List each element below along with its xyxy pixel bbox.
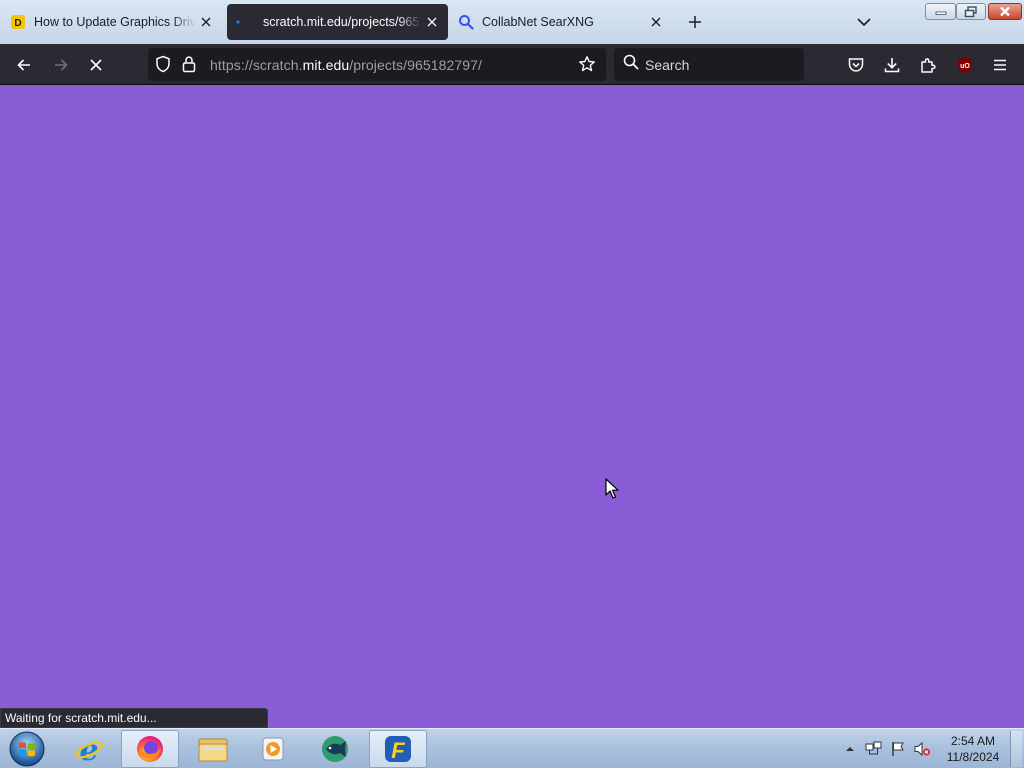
tab-strip: D How to Update Graphics Driver scratch.… <box>0 0 1024 44</box>
hamburger-menu-icon <box>994 59 1006 71</box>
search-icon <box>623 54 639 75</box>
firefox-icon <box>137 736 163 762</box>
close-icon <box>1000 6 1010 17</box>
system-tray <box>840 729 936 768</box>
ublock-shield-icon: uO <box>958 57 972 74</box>
taskbar-firefox[interactable] <box>121 730 179 768</box>
action-center-flag-icon[interactable] <box>888 739 908 759</box>
taskbar-media-player[interactable] <box>244 730 302 768</box>
forward-button[interactable] <box>46 50 76 80</box>
clock-time: 2:54 AM <box>950 734 996 748</box>
list-all-tabs-button[interactable] <box>851 10 877 34</box>
close-tab-icon[interactable] <box>646 12 666 32</box>
network-icon[interactable] <box>864 739 884 759</box>
search-input[interactable] <box>645 56 795 73</box>
url-text[interactable]: https://scratch.mit.edu/projects/9651827… <box>210 57 482 73</box>
taskbar-file-explorer[interactable] <box>184 730 242 768</box>
arrow-left-icon <box>17 59 30 71</box>
plus-icon <box>689 16 701 28</box>
navigation-toolbar: https://scratch.mit.edu/projects/9651827… <box>0 44 1024 107</box>
windows-taskbar: e F 2:54 AM 11/8/2024 <box>0 728 1024 768</box>
close-tab-icon[interactable] <box>196 12 216 32</box>
show-hidden-icons-button[interactable] <box>840 739 860 759</box>
restore-icon <box>964 5 977 17</box>
download-icon <box>884 58 900 73</box>
volume-muted-icon[interactable] <box>912 739 932 759</box>
f-app-icon: F <box>385 736 411 763</box>
svg-text:D: D <box>14 18 21 29</box>
new-tab-button[interactable] <box>682 10 708 34</box>
close-window-button[interactable] <box>988 3 1022 20</box>
tab-scratch-project[interactable]: scratch.mit.edu/projects/965182797/ <box>227 4 448 40</box>
pocket-button[interactable] <box>841 50 871 80</box>
extensions-button[interactable] <box>913 50 943 80</box>
address-bar[interactable]: https://scratch.mit.edu/projects/9651827… <box>148 48 606 81</box>
url-domain: mit.edu <box>302 57 350 73</box>
downloads-button[interactable] <box>877 50 907 80</box>
pocket-icon <box>848 58 864 72</box>
tab-label: CollabNet SearXNG <box>482 15 594 29</box>
svg-text:F: F <box>391 738 405 763</box>
arrow-right-icon <box>55 59 68 71</box>
mouse-pointer-icon <box>605 478 619 499</box>
taskbar-f-app[interactable]: F <box>369 730 427 768</box>
chevron-down-icon <box>857 18 871 27</box>
close-icon <box>90 59 102 71</box>
restore-button[interactable] <box>956 3 986 20</box>
svg-text:uO: uO <box>960 63 970 70</box>
show-desktop-button[interactable] <box>1010 731 1022 767</box>
status-panel: Waiting for scratch.mit.edu... <box>0 708 268 728</box>
minimize-button[interactable] <box>925 3 956 20</box>
tracking-protection-shield-icon[interactable] <box>154 55 172 76</box>
taskbar-fish-app[interactable] <box>306 730 364 768</box>
start-button[interactable] <box>5 730 49 768</box>
clock-date: 11/8/2024 <box>946 750 1000 764</box>
ublock-origin-button[interactable]: uO <box>950 50 980 80</box>
media-player-icon <box>262 737 284 761</box>
stop-loading-button[interactable] <box>81 50 111 80</box>
back-button[interactable] <box>9 50 39 80</box>
bookmark-star-icon[interactable] <box>578 55 596 76</box>
tab-how-to-update-graphics-driver[interactable]: D How to Update Graphics Driver <box>4 4 222 40</box>
tab-label: How to Update Graphics Driver <box>34 15 196 29</box>
url-path: /projects/965182797/ <box>349 57 483 73</box>
fish-app-icon <box>322 736 348 762</box>
taskbar-clock[interactable]: 2:54 AM 11/8/2024 <box>940 733 1006 765</box>
tab-label: scratch.mit.edu/projects/965182797/ <box>263 15 422 29</box>
lock-icon[interactable] <box>181 55 197 76</box>
windows-orb-icon <box>9 731 45 767</box>
url-prefix: https://scratch. <box>210 57 303 73</box>
puzzle-piece-icon <box>921 58 936 73</box>
loading-dot-icon <box>233 14 249 30</box>
search-icon <box>458 14 474 30</box>
internet-explorer-icon: e <box>75 733 103 765</box>
tab-collabnet-searxng[interactable]: CollabNet SearXNG <box>454 4 672 40</box>
file-explorer-icon <box>198 738 228 762</box>
minimize-icon <box>935 11 946 15</box>
close-tab-icon[interactable] <box>422 12 442 32</box>
pc-site-icon: D <box>10 14 26 30</box>
page-content-loading[interactable] <box>0 85 1024 728</box>
chevron-up-icon <box>846 747 854 751</box>
app-menu-button[interactable] <box>985 50 1015 80</box>
taskbar-internet-explorer[interactable]: e <box>60 730 118 768</box>
search-bar[interactable] <box>614 48 804 81</box>
